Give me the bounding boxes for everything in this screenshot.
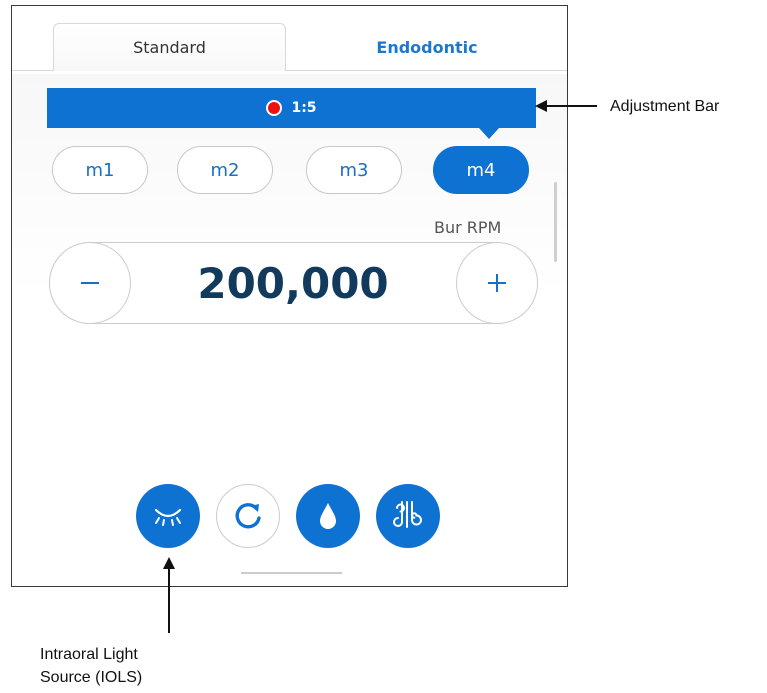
air-spray-icon [393,501,422,528]
tab-standard[interactable]: Standard [53,23,286,71]
ratio-indicator-icon [266,100,283,116]
plus-icon [487,273,506,292]
speed-control: 200,000 [48,241,538,324]
adjustment-bar-pointer [479,128,499,139]
bur-rpm-label: Bur RPM [434,218,502,237]
speed-value: 200,000 [197,258,389,308]
adjustment-bar-callout-line [545,105,597,107]
memory-button-m1[interactable]: m1 [52,146,148,194]
decrease-speed-button[interactable] [48,241,131,324]
tab-standard-label: Standard [133,38,206,57]
rotation-icon [235,503,261,529]
adjustment-ratio: 1:5 [291,100,317,116]
memory-button-label: m1 [85,159,115,181]
memory-button-m2[interactable]: m2 [177,146,273,194]
water-drop-icon [320,503,336,529]
tab-endodontic-label: Endodontic [376,37,478,57]
function-button-row [12,484,567,548]
iols-callout-line1: Intraoral Light [40,646,138,663]
memory-button-label: m2 [210,159,240,181]
light-icon [154,508,182,526]
iols-callout-line [168,567,170,633]
tab-endodontic[interactable]: Endodontic [332,23,522,71]
memory-button-label: m3 [339,159,369,181]
iols-callout: Intraoral Light Source (IOLS) [40,643,142,689]
memory-button-label: m4 [466,159,496,181]
light-toggle-button[interactable] [136,484,200,548]
home-indicator [241,572,342,574]
rotation-toggle-button[interactable] [216,484,280,548]
increase-speed-button[interactable] [455,241,538,324]
iols-callout-line2: Source (IOLS) [40,669,143,686]
scrollbar[interactable] [554,182,557,262]
minus-icon [80,281,99,284]
memory-button-m3[interactable]: m3 [306,146,402,194]
air-spray-toggle-button[interactable] [376,484,440,548]
adjustment-bar[interactable]: 1:5 [47,88,536,128]
adjustment-bar-callout: Adjustment Bar [610,98,720,115]
control-panel: Standard Endodontic 1:5 m1 m2 m3 m4 Bur … [11,5,568,587]
water-toggle-button[interactable] [296,484,360,548]
tab-bar: Standard Endodontic [12,6,567,72]
memory-button-m4[interactable]: m4 [433,146,529,194]
